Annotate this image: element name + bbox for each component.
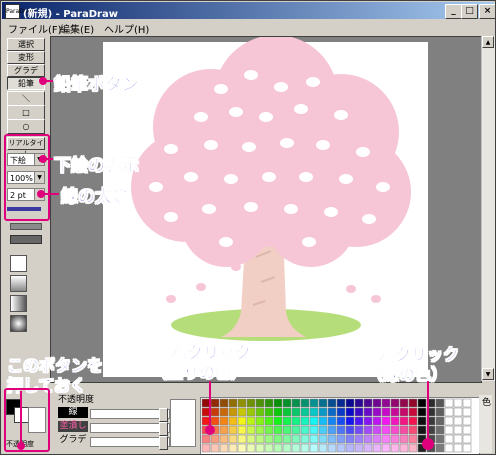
annotation-markers [4,77,434,452]
app-window: ParaDraw (新規) - ParaDraw _ □ × ファイル(F) 編… [0,0,496,455]
